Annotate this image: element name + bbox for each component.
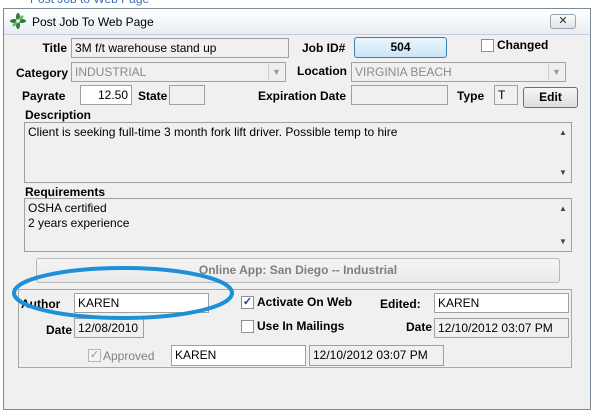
title-field[interactable]: 3M f/t warehouse stand up	[71, 38, 289, 58]
location-label: Location	[297, 64, 347, 78]
scroll-down-icon[interactable]: ▼	[555, 165, 571, 180]
changed-label: Changed	[497, 38, 549, 52]
job-id-label: Job ID#	[302, 41, 346, 55]
activate-on-web-label: Activate On Web	[257, 295, 353, 309]
description-label: Description	[25, 108, 92, 122]
state-field[interactable]	[169, 85, 205, 105]
payrate-field[interactable]: 12.50	[80, 85, 132, 105]
author-date-label: Date	[46, 323, 73, 337]
scroll-down-icon[interactable]: ▼	[555, 234, 571, 249]
state-label: State	[138, 89, 168, 103]
expiration-date-field[interactable]	[351, 85, 448, 105]
title-label: Title	[42, 41, 67, 55]
type-label: Type	[457, 89, 485, 103]
requirements-line: OSHA certified	[28, 201, 107, 215]
edit-button[interactable]: Edit	[523, 87, 578, 108]
location-combo[interactable]: VIRGINIA BEACH ▼	[351, 62, 566, 82]
activate-on-web-checkbox[interactable]: ✓	[241, 296, 254, 309]
background-window-text: Post Job to Web Page	[30, 0, 149, 6]
use-in-mailings-label: Use In Mailings	[257, 319, 345, 333]
window-title: Post Job To Web Page	[32, 15, 154, 29]
description-line: Client is seeking full-time 3 month fork…	[28, 125, 398, 139]
author-date-field[interactable]: 12/08/2010	[74, 318, 144, 338]
approved-date-field[interactable]: 12/10/2012 03:07 PM	[309, 345, 444, 366]
category-label: Category	[16, 66, 69, 80]
close-icon: ✕	[558, 15, 568, 27]
chevron-down-icon[interactable]: ▼	[268, 64, 284, 80]
type-field[interactable]: T	[494, 85, 518, 105]
category-combo[interactable]: INDUSTRIAL ▼	[71, 62, 286, 82]
online-app-button[interactable]: Online App: San Diego -- Industrial	[36, 258, 560, 283]
chevron-down-icon[interactable]: ▼	[548, 64, 564, 80]
post-job-dialog: Post Job To Web Page ✕ Title 3M f/t ware…	[3, 8, 591, 410]
close-button[interactable]: ✕	[550, 14, 576, 29]
approved-label: Approved	[103, 349, 155, 363]
edited-date-label: Date	[406, 320, 433, 334]
scroll-up-icon[interactable]: ▲	[555, 201, 571, 216]
description-scrollbar[interactable]: ▲ ▼	[555, 123, 571, 182]
requirements-label: Requirements	[25, 185, 106, 199]
author-field[interactable]: KAREN	[74, 293, 209, 313]
location-value: VIRGINIA BEACH	[355, 65, 452, 79]
use-in-mailings-checkbox[interactable]	[241, 320, 254, 333]
background-window-strip: Post Job to Web Page	[0, 0, 597, 8]
category-value: INDUSTRIAL	[75, 65, 147, 79]
payrate-label: Payrate	[22, 89, 66, 103]
edited-label: Edited:	[380, 297, 421, 311]
title-bar[interactable]: Post Job To Web Page ✕	[4, 9, 590, 35]
description-memo[interactable]: Client is seeking full-time 3 month fork…	[24, 122, 572, 183]
requirements-scrollbar[interactable]: ▲ ▼	[555, 199, 571, 251]
author-label: Author	[21, 297, 61, 311]
changed-checkbox[interactable]	[481, 39, 494, 52]
edited-date-field[interactable]: 12/10/2012 03:07 PM	[434, 318, 569, 338]
app-leaf-icon	[10, 13, 26, 29]
requirements-memo[interactable]: OSHA certified 2 years experience ▲ ▼	[24, 198, 572, 252]
edited-by-field[interactable]: KAREN	[434, 293, 569, 313]
approved-by-field[interactable]: KAREN	[171, 345, 306, 366]
expiration-date-label: Expiration Date	[258, 89, 347, 103]
approved-checkbox[interactable]: ✓	[88, 349, 101, 362]
scroll-up-icon[interactable]: ▲	[555, 125, 571, 140]
job-id-button[interactable]: 504	[354, 37, 447, 58]
requirements-line: 2 years experience	[28, 216, 130, 230]
